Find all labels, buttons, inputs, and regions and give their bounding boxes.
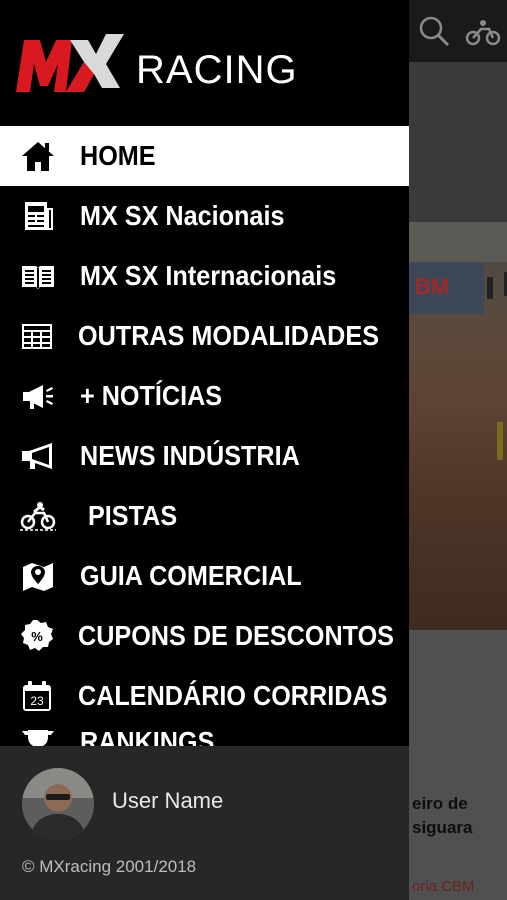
mx-logo-icon [14, 32, 126, 99]
menu-item-label: NEWS INDÚSTRIA [80, 440, 300, 471]
discount-badge-icon: % [20, 618, 54, 654]
home-icon [20, 138, 56, 174]
menu-item-news-industria[interactable]: NEWS INDÚSTRIA [0, 426, 409, 486]
table-icon [20, 318, 54, 354]
search-icon[interactable] [417, 14, 451, 53]
menu-item-label: MX SX Nacionais [80, 200, 285, 231]
menu-item-label: OUTRAS MODALIDADES [78, 320, 380, 351]
open-book-icon [20, 258, 56, 294]
menu-item-label: RANKINGS [80, 726, 215, 746]
background-news-photo[interactable]: BM [409, 222, 507, 630]
menu-item-label: CALENDÁRIO CORRIDAS [78, 680, 388, 711]
photo-spectator [487, 277, 493, 299]
menu-item-rankings[interactable]: RANKINGS [0, 726, 409, 746]
logo-text: RACING [136, 48, 298, 92]
newspaper-icon [20, 198, 56, 234]
menu-item-home[interactable]: HOME [0, 126, 409, 186]
menu-item-calendario-corridas[interactable]: 23 CALENDÁRIO CORRIDAS [0, 666, 409, 726]
map-pin-icon [20, 558, 56, 594]
menu-item-mx-sx-internacionais[interactable]: MX SX Internacionais [0, 246, 409, 306]
calendar-icon: 23 [20, 678, 54, 714]
discount-symbol: % [31, 629, 43, 644]
background-news-headline[interactable]: eiro de siguara [409, 792, 507, 840]
background-news-category[interactable]: oria CBM [409, 878, 507, 895]
menu-item-label: + NOTÍCIAS [80, 380, 223, 411]
navigation-drawer: RACING HOME MX SX Nacionais MX SX Intern… [0, 0, 409, 900]
motocross-bike-icon[interactable] [465, 18, 501, 51]
menu-item-cupons-de-descontos[interactable]: % CUPONS DE DESCONTOS [0, 606, 409, 666]
menu-item-mais-noticias[interactable]: + NOTÍCIAS [0, 366, 409, 426]
megaphone-icon [20, 378, 56, 414]
menu-item-mx-sx-nacionais[interactable]: MX SX Nacionais [0, 186, 409, 246]
calendar-day: 23 [30, 694, 44, 708]
motocross-bike-icon [20, 498, 56, 534]
drawer-header: RACING [0, 0, 409, 125]
background-top-bar [409, 0, 507, 62]
menu-item-label: MX SX Internacionais [80, 260, 337, 291]
menu-item-label: GUIA COMERCIAL [80, 560, 302, 591]
user-name[interactable]: User Name [112, 788, 223, 814]
photo-board-text: BM [415, 274, 450, 299]
menu-item-label: CUPONS DE DESCONTOS [78, 620, 394, 651]
menu-item-guia-comercial[interactable]: GUIA COMERCIAL [0, 546, 409, 606]
megaphone-icon [20, 438, 56, 474]
photo-pole [497, 422, 503, 460]
drawer-menu: HOME MX SX Nacionais MX SX Internacionai… [0, 126, 409, 746]
copyright-text: © MXracing 2001/2018 [22, 857, 197, 876]
background-news-card[interactable] [409, 630, 507, 900]
trophy-icon [20, 726, 56, 746]
photo-sky [409, 222, 507, 262]
menu-item-outras-modalidades[interactable]: OUTRAS MODALIDADES [0, 306, 409, 366]
photo-sponsor-board: BM [409, 262, 484, 314]
menu-item-pistas[interactable]: PISTAS [0, 486, 409, 546]
menu-item-label: PISTAS [88, 500, 178, 531]
background-banner [409, 62, 507, 222]
menu-item-label: HOME [80, 140, 156, 171]
avatar[interactable] [22, 768, 94, 840]
